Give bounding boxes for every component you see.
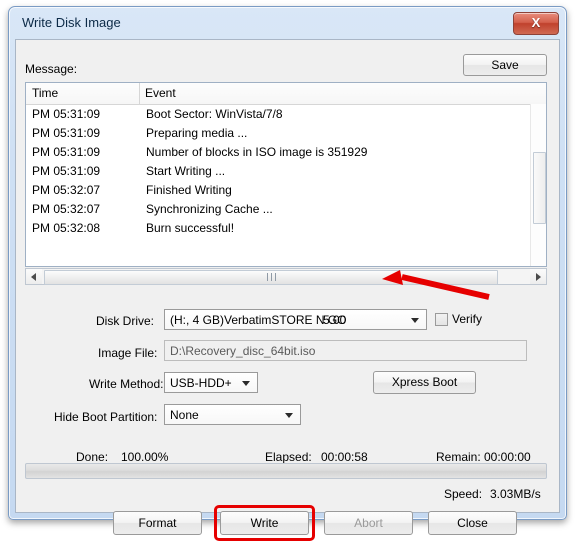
log-row-time: PM 05:31:09 xyxy=(32,126,101,140)
window-title: Write Disk Image xyxy=(22,15,121,30)
elapsed-value: 00:00:58 xyxy=(321,450,368,464)
speed-label: Speed: xyxy=(444,487,483,501)
log-row-time: PM 05:31:09 xyxy=(32,164,101,178)
write-method-value: USB-HDD+ xyxy=(170,376,232,390)
hide-boot-partition-label: Hide Boot Partition: xyxy=(54,410,158,424)
save-button[interactable]: Save xyxy=(463,54,547,76)
format-button[interactable]: Format xyxy=(113,511,202,535)
hide-boot-partition-value: None xyxy=(170,408,199,422)
image-file-label: Image File: xyxy=(98,346,158,360)
remain-value: 00:00:00 xyxy=(484,450,531,464)
log-row[interactable]: PM 05:32:07 Synchronizing Cache ... xyxy=(26,200,546,219)
log-rows: PM 05:31:09 Boot Sector: WinVista/7/8 PM 0… xyxy=(26,105,546,238)
log-header-row: Time Event xyxy=(26,83,546,105)
done-value: 100.00% xyxy=(121,450,169,464)
chevron-down-icon xyxy=(242,381,250,386)
log-row[interactable]: PM 05:31:09 Preparing media ... xyxy=(26,124,546,143)
close-button[interactable]: X xyxy=(513,12,559,35)
log-row-time: PM 05:32:07 xyxy=(32,202,101,216)
log-row-event: Synchronizing Cache ... xyxy=(146,202,273,216)
log-row[interactable]: PM 05:32:08 Burn successful! xyxy=(26,219,546,238)
image-file-field[interactable]: D:\Recovery_disc_64bit.iso xyxy=(164,340,527,361)
scroll-right-arrow-icon[interactable] xyxy=(530,269,546,284)
disk-drive-label: Disk Drive: xyxy=(96,314,155,328)
log-row-event: Number of blocks in ISO image is 351929 xyxy=(146,145,368,159)
chevron-down-icon xyxy=(411,318,419,323)
disk-drive-version: 5.00 xyxy=(323,313,347,327)
log-row[interactable]: PM 05:32:07 Finished Writing xyxy=(26,181,546,200)
log-row[interactable]: PM 05:31:09 Boot Sector: WinVista/7/8 xyxy=(26,105,546,124)
log-row-time: PM 05:32:07 xyxy=(32,183,101,197)
abort-button: Abort xyxy=(324,511,413,535)
scrollbar-grip-icon xyxy=(267,273,276,281)
write-method-label: Write Method: xyxy=(89,377,164,391)
chevron-down-icon xyxy=(285,413,293,418)
log-row-event: Burn successful! xyxy=(146,221,235,235)
log-row[interactable]: PM 05:31:09 Number of blocks in ISO image… xyxy=(26,143,546,162)
message-label: Message: xyxy=(25,62,78,76)
close-icon: X xyxy=(531,15,541,30)
speed-value: 3.03MB/s xyxy=(490,487,541,501)
scroll-left-arrow-icon[interactable] xyxy=(26,269,42,284)
log-row[interactable]: PM 05:31:09 Start Writing ... xyxy=(26,162,546,181)
write-disk-image-window: Write Disk Image X Message: Save Time Ev… xyxy=(8,6,567,541)
title-bar: Write Disk Image X xyxy=(9,7,566,41)
log-row-event: Start Writing ... xyxy=(146,164,226,178)
log-row-time: PM 05:32:08 xyxy=(32,221,101,235)
dialog-client-area: Message: Save Time Event PM 05:31:09 Boot… xyxy=(15,39,560,541)
progress-bar xyxy=(25,463,547,479)
scrollbar-thumb-vertical[interactable] xyxy=(533,152,546,224)
column-header-time[interactable]: Time xyxy=(26,86,58,100)
elapsed-label: Elapsed: xyxy=(265,450,312,464)
image-file-value: D:\Recovery_disc_64bit.iso xyxy=(170,344,316,358)
log-row-time: PM 05:31:09 xyxy=(32,145,101,159)
log-row-event: Preparing media ... xyxy=(146,126,248,140)
hide-boot-partition-select[interactable]: None xyxy=(164,404,301,425)
checkbox-box-icon[interactable] xyxy=(435,313,448,326)
write-method-select[interactable]: USB-HDD+ xyxy=(164,372,258,393)
close-dialog-button[interactable]: Close xyxy=(428,511,517,535)
verify-label: Verify xyxy=(452,312,483,326)
disk-drive-select[interactable]: (H:, 4 GB)VerbatimSTORE N GO 5.00 xyxy=(164,309,427,330)
scrollbar-thumb-horizontal[interactable] xyxy=(44,270,498,285)
log-horizontal-scrollbar[interactable] xyxy=(25,268,547,285)
column-header-event[interactable]: Event xyxy=(139,86,176,100)
disk-drive-value: (H:, 4 GB)VerbatimSTORE N GO xyxy=(170,313,347,327)
log-vertical-scrollbar[interactable] xyxy=(530,104,546,266)
log-row-event: Finished Writing xyxy=(146,183,232,197)
log-row-time: PM 05:31:09 xyxy=(32,107,101,121)
write-button[interactable]: Write xyxy=(220,511,309,535)
log-listbox[interactable]: Time Event PM 05:31:09 Boot Sector: WinVi… xyxy=(25,82,547,267)
log-row-event: Boot Sector: WinVista/7/8 xyxy=(146,107,283,121)
remain-label: Remain: xyxy=(436,450,481,464)
xpress-boot-button[interactable]: Xpress Boot xyxy=(373,371,476,394)
done-label: Done: xyxy=(76,450,109,464)
